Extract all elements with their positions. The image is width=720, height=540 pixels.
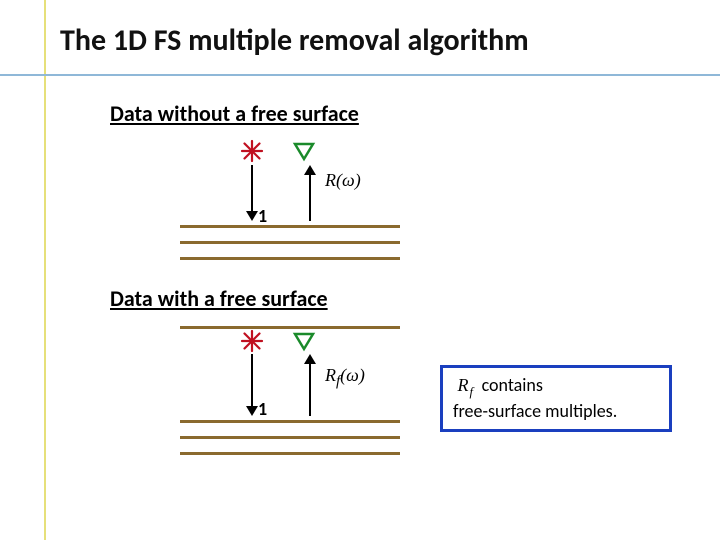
left-vertical-rule	[44, 0, 46, 540]
layer-line	[180, 225, 400, 228]
response-label-rf: Rf(ω)	[325, 365, 365, 391]
callout-R-sub: f	[470, 385, 474, 399]
source-star-icon	[240, 139, 264, 163]
callout-box: Rf contains free-surface multiples.	[440, 365, 672, 432]
layer-line	[180, 241, 400, 244]
up-arrow-icon	[300, 352, 320, 418]
subhead-with-fs: Data with a free surface	[110, 285, 328, 312]
layer-line	[180, 420, 400, 423]
callout-line1: contains	[482, 374, 543, 396]
diagram-no-free-surface: 1 R(ω)	[180, 135, 420, 275]
rf-letter: R	[325, 365, 336, 385]
callout-R: R	[458, 375, 469, 395]
free-surface-line	[180, 326, 400, 329]
receiver-triangle-icon	[292, 329, 316, 353]
layer-line	[180, 436, 400, 439]
layer-line	[180, 452, 400, 455]
rf-arg: (ω)	[340, 365, 365, 385]
up-arrow-icon	[300, 163, 320, 223]
response-label: R(ω)	[325, 170, 361, 191]
down-arrow-label: 1	[258, 398, 267, 420]
title-underline	[0, 74, 720, 76]
callout-line2: free-surface multiples.	[453, 400, 617, 422]
receiver-triangle-icon	[292, 139, 316, 163]
subhead-without-fs: Data without a free surface	[110, 100, 359, 127]
layer-line	[180, 257, 400, 260]
callout-symbol: Rf	[453, 375, 478, 395]
diagram-with-free-surface: 1 Rf(ω)	[180, 320, 420, 460]
source-star-icon	[240, 329, 264, 353]
down-arrow-label: 1	[258, 205, 267, 227]
page-title: The 1D FS multiple removal algorithm	[60, 22, 529, 59]
